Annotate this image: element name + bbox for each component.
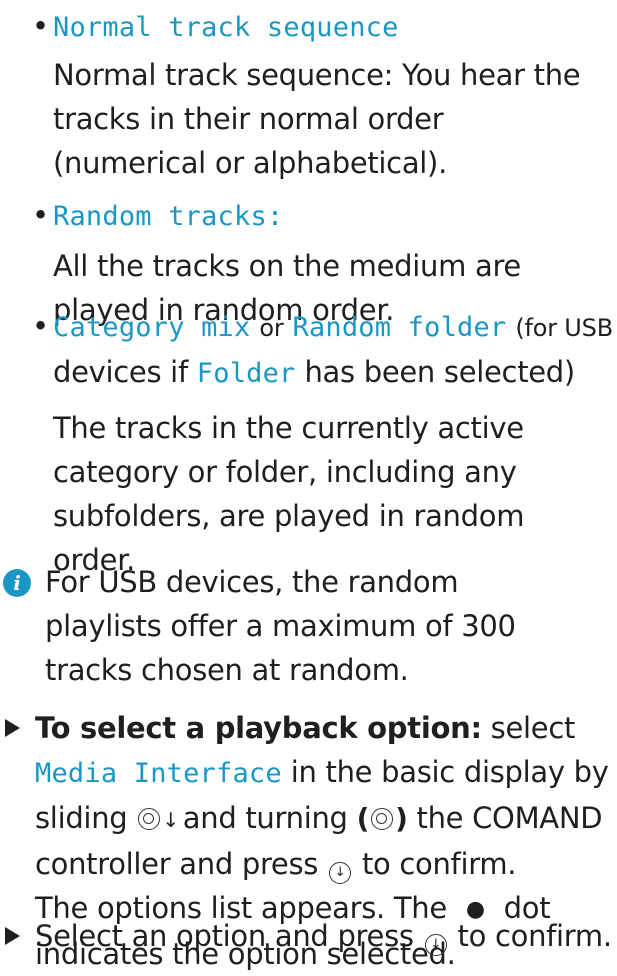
step2-text-b: to confirm.: [457, 919, 613, 953]
term-category-mix: Category mix: [53, 312, 251, 343]
arrow-right-icon: [5, 719, 20, 737]
note-text: For USB devices, the random playlists of…: [45, 565, 516, 687]
term-normal-track-sequence: Normal track sequence: [53, 12, 399, 43]
term-media-interface: Media Interface: [35, 758, 282, 789]
term-folder: Folder: [196, 358, 296, 389]
arrow-right-icon: [5, 927, 20, 945]
description-normal-track-sequence: Normal track sequence: You hear the trac…: [53, 58, 581, 180]
line2-b: has been selected): [304, 355, 575, 389]
step2-text-a: Select an option and press: [35, 919, 414, 953]
step-text-d: and turning: [182, 801, 348, 835]
turn-left-icon: (: [356, 802, 370, 835]
step-text-g: to confirm.: [361, 847, 517, 881]
step-select-option: Select an option and press ↓ to confirm.: [0, 914, 617, 958]
list-item-normal-track-sequence: • Normal track sequence: [0, 4, 617, 50]
term-random-folder: Random folder: [292, 312, 507, 343]
list-item-random-tracks: • Random tracks:: [0, 193, 617, 239]
term-random-tracks: Random tracks:: [53, 201, 284, 232]
info-note: i For USB devices, the random playlists …: [0, 560, 617, 692]
step-text-a: select: [490, 711, 576, 745]
description-category-mix: The tracks in the currently active categ…: [53, 411, 525, 577]
step-bold-lead: To select a playback option:: [35, 711, 482, 745]
press-controller-icon: ↓: [424, 934, 447, 956]
list-item-category-mix: • Category mix or Random folder (for USB…: [0, 304, 617, 396]
bullet: •: [32, 309, 50, 343]
paren-text: (for USB: [515, 314, 613, 342]
manual-page: • Normal track sequence Normal track seq…: [0, 0, 617, 971]
step-text-f: controller and press: [35, 847, 319, 881]
bullet: •: [32, 198, 50, 232]
controller-icon: [138, 808, 161, 830]
bullet: •: [32, 9, 50, 43]
turn-right-icon: ): [395, 802, 408, 835]
info-icon: i: [3, 569, 31, 597]
controller-turn-icon: [371, 808, 394, 830]
step-text-c: sliding: [35, 801, 128, 835]
line2-a: devices if: [53, 355, 188, 389]
step-text-b: in the basic display by: [290, 755, 609, 789]
slide-down-arrow-icon: ↓: [162, 808, 179, 832]
or-text: or: [259, 314, 284, 342]
press-controller-icon: ↓: [329, 862, 352, 884]
step-text-e: the COMAND: [416, 801, 603, 835]
